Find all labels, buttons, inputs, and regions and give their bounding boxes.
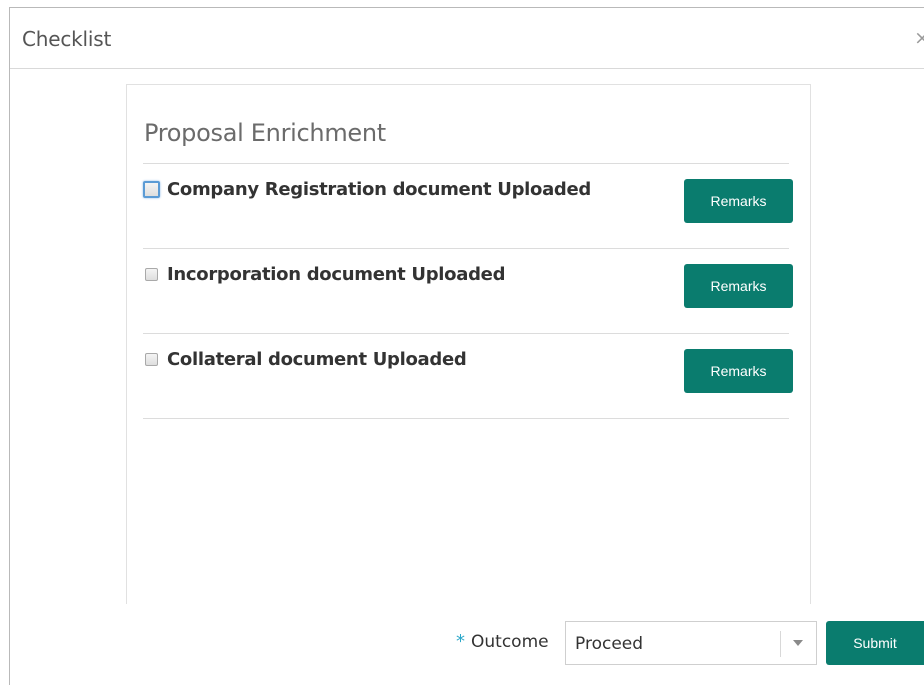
chevron-down-icon[interactable]	[793, 640, 803, 646]
section-title: Proposal Enrichment	[144, 119, 386, 147]
divider	[143, 418, 789, 419]
checklist-item: Collateral document Uploaded Remarks	[143, 349, 793, 409]
item-label: Company Registration document Uploaded	[167, 179, 592, 200]
required-marker: *	[456, 631, 465, 652]
checkbox-company-registration[interactable]	[143, 181, 160, 198]
remarks-button[interactable]: Remarks	[684, 349, 793, 393]
divider	[143, 163, 789, 164]
divider	[143, 333, 789, 334]
checkbox-collateral[interactable]	[145, 353, 158, 366]
checklist-item: Incorporation document Uploaded Remarks	[143, 264, 793, 324]
checkbox-incorporation[interactable]	[145, 268, 158, 281]
dialog-title: Checklist	[22, 27, 112, 51]
outcome-label: * Outcome	[456, 631, 549, 652]
outcome-label-text: Outcome	[471, 632, 549, 652]
close-icon[interactable]: ×	[914, 27, 924, 49]
remarks-button[interactable]: Remarks	[684, 179, 793, 223]
submit-button[interactable]: Submit	[826, 621, 924, 665]
outcome-select-value: Proceed	[575, 634, 644, 654]
select-divider	[780, 631, 781, 657]
item-label: Incorporation document Uploaded	[167, 264, 506, 285]
dialog-header: Checklist ×	[10, 8, 924, 69]
outcome-select[interactable]: Proceed	[565, 621, 817, 665]
remarks-button[interactable]: Remarks	[684, 264, 793, 308]
checklist-panel: Proposal Enrichment Company Registration…	[126, 84, 811, 604]
divider	[143, 248, 789, 249]
item-label: Collateral document Uploaded	[167, 349, 467, 370]
checklist-item: Company Registration document Uploaded R…	[143, 179, 793, 239]
